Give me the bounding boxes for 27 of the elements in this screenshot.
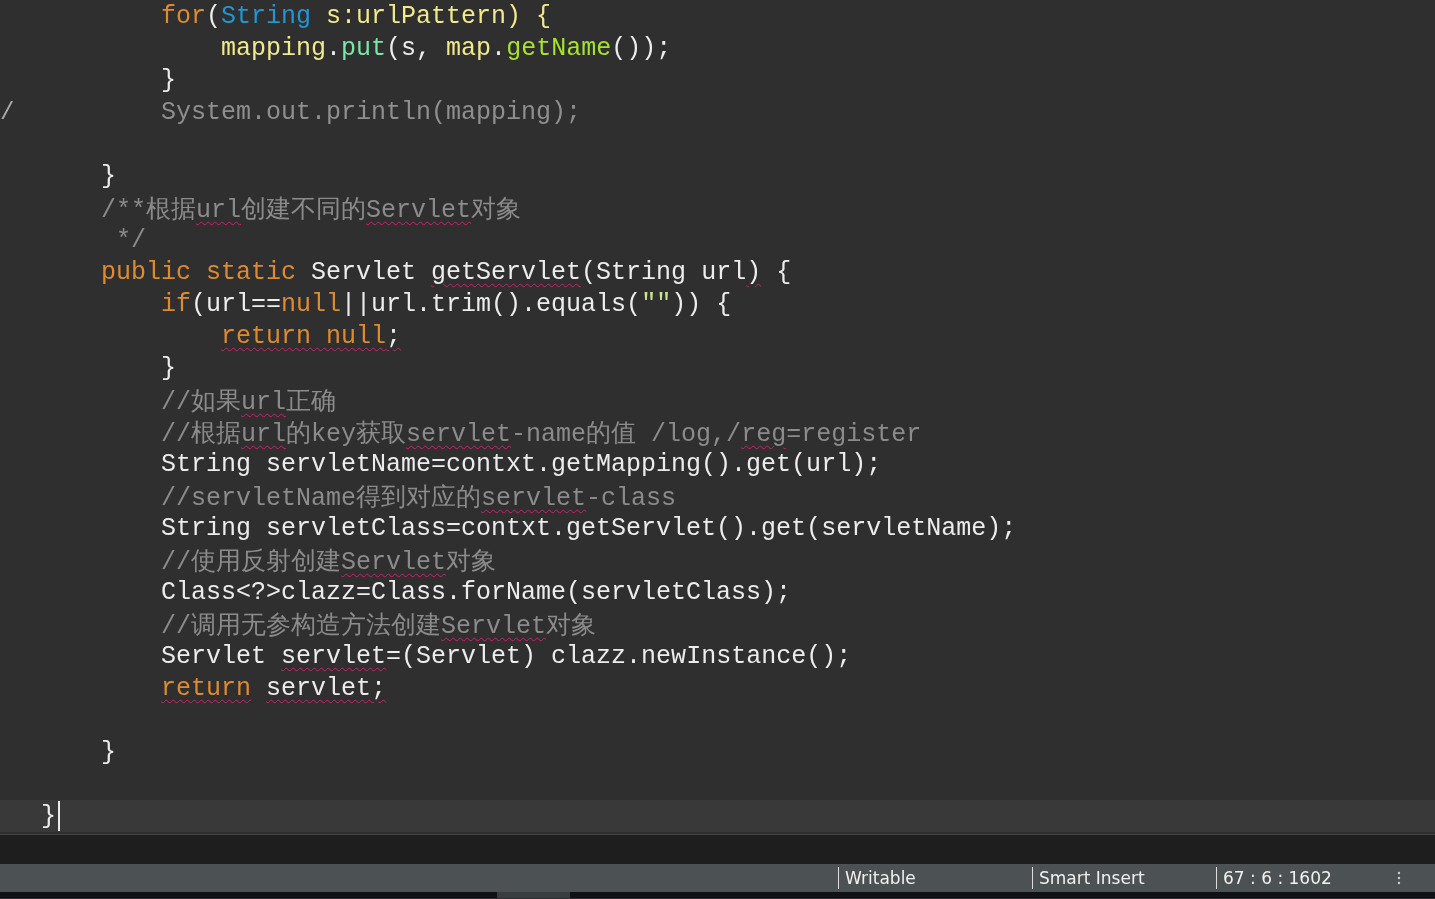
- gutter-mark: /: [0, 98, 15, 126]
- code-line: String servletClass=contxt.getServlet().get(servletName);: [160, 513, 1017, 543]
- code-line: //根据url的key获取servlet-name的值 /log,/reg=register: [160, 418, 922, 449]
- code-line: */: [115, 225, 147, 255]
- code-line: }: [160, 353, 177, 383]
- code-line: }: [41, 801, 56, 831]
- code-line: /**根据url创建不同的Servlet对象: [100, 194, 522, 225]
- code-line: }: [100, 737, 116, 767]
- code-line: //使用反射创建Servlet对象: [160, 546, 497, 577]
- code-line: //如果url正确: [160, 386, 337, 417]
- status-item: Writable: [838, 867, 1032, 889]
- code-line: return null;: [220, 321, 402, 351]
- code-line: }: [100, 161, 116, 191]
- code-line: //servletName得到对应的servlet-class: [160, 482, 677, 513]
- code-line: public static Servlet getServlet(String url) {: [100, 257, 792, 287]
- code-line: if(url==null||url.trim().equals("")) {: [160, 289, 732, 319]
- code-line: System.out.println(mapping);: [160, 97, 582, 127]
- code-line: String servletName=contxt.getMapping().get(url);: [160, 449, 882, 479]
- status-item: 67 : 6 : 1602: [1216, 867, 1393, 889]
- status-item: Smart Insert: [1032, 867, 1216, 889]
- code-line: }: [160, 65, 177, 95]
- code-line: Class<?>clazz=Class.forName(servletClass);: [160, 577, 792, 607]
- code-line: return servlet;: [160, 673, 387, 703]
- code-line: mapping.put(s, map.getName());: [220, 33, 672, 63]
- code-line: for(String s:urlPattern) {: [160, 1, 552, 31]
- code-line: Servlet servlet=(Servlet) clazz.newInstance();: [160, 641, 852, 671]
- code-line: //调用无参构造方法创建Servlet对象: [160, 610, 597, 641]
